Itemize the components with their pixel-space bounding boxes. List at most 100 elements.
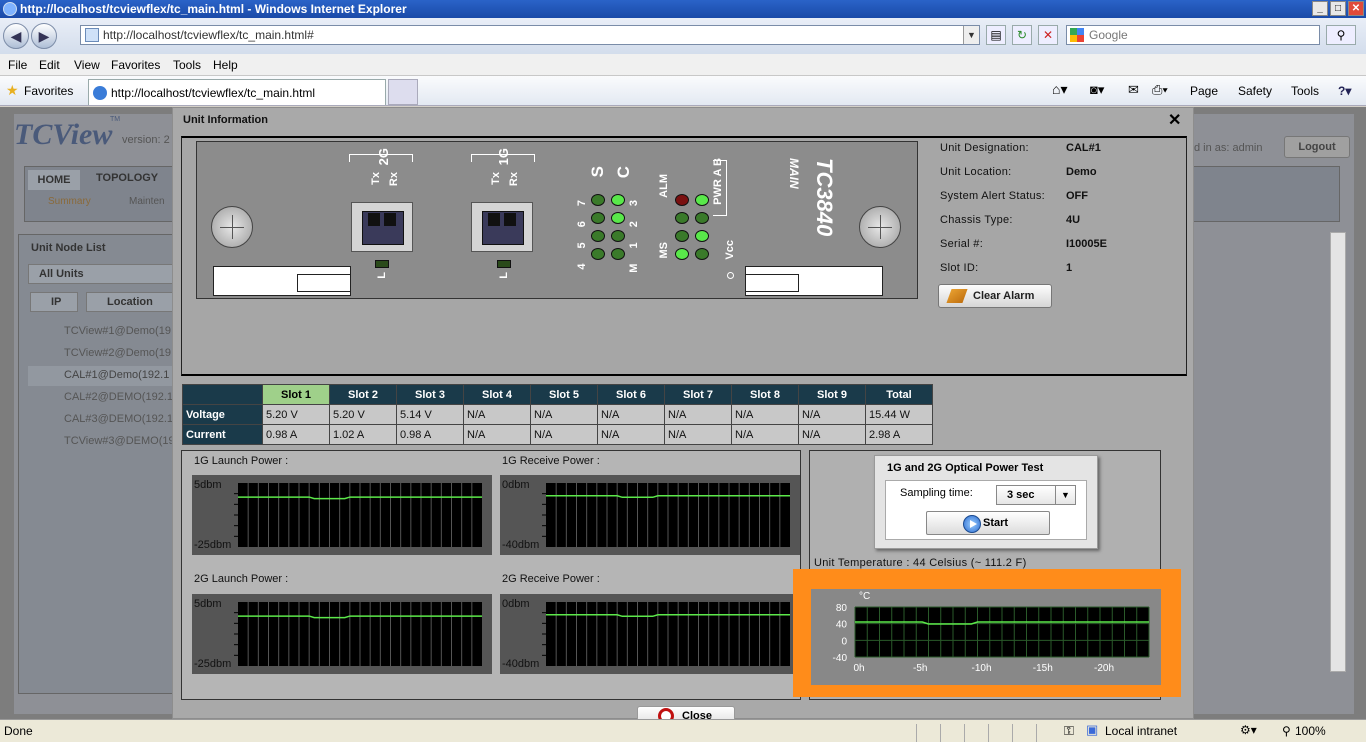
page-scrollbar[interactable]: [1330, 232, 1346, 672]
window-titlebar: http://localhost/tcviewflex/tc_main.html…: [0, 0, 1366, 18]
tools-menu[interactable]: Tools: [1291, 84, 1319, 98]
card-faceplate: 2G Tx Rx L 1G Tx Rx L S C 4 5 6 7 M 1 2 …: [196, 141, 918, 299]
column-header[interactable]: Slot 9: [798, 384, 866, 405]
sampling-box: Sampling time: 3 sec ▼ Start: [885, 480, 1087, 540]
column-header[interactable]: Slot 7: [664, 384, 732, 405]
led: [591, 194, 605, 206]
tab-home[interactable]: HOME: [28, 170, 80, 190]
protected-mode-icon[interactable]: ⚙▾: [1240, 723, 1257, 737]
column-header[interactable]: Slot 3: [396, 384, 464, 405]
minimize-button[interactable]: _: [1312, 1, 1328, 16]
link-label: L: [498, 272, 510, 279]
led: [695, 248, 709, 260]
menu-edit[interactable]: Edit: [39, 58, 60, 72]
feeds-icon[interactable]: ◙▾: [1090, 82, 1104, 98]
page-menu[interactable]: Page: [1190, 84, 1218, 98]
stop-icon[interactable]: ✕: [1038, 25, 1058, 45]
x-tick-label: -15h: [1033, 663, 1053, 674]
sampling-time-select[interactable]: 3 sec ▼: [996, 485, 1076, 505]
led: [675, 230, 689, 242]
column-header[interactable]: Slot 1: [262, 384, 330, 405]
chart-ymin: -40dbm: [502, 539, 540, 551]
node-item[interactable]: TCView#3@DEMO(19: [64, 435, 175, 447]
column-header[interactable]: Slot 8: [731, 384, 799, 405]
window-close-button[interactable]: ✕: [1348, 1, 1364, 16]
alert-status-value: OFF: [1066, 190, 1088, 202]
help-icon[interactable]: ?▾: [1338, 84, 1351, 98]
node-item-selected[interactable]: CAL#1@Demo(192.1: [64, 369, 169, 381]
search-icon[interactable]: ⚲: [1326, 25, 1356, 45]
menu-tools[interactable]: Tools: [173, 58, 201, 72]
dialog-close-icon[interactable]: ✕: [1168, 110, 1181, 130]
ie-icon: [3, 2, 17, 16]
alm-label: ALM: [658, 174, 670, 198]
column-header[interactable]: Total: [865, 384, 933, 405]
chevron-down-icon[interactable]: ▼: [1055, 486, 1075, 504]
safety-menu[interactable]: Safety: [1238, 84, 1272, 98]
sampling-time-label: Sampling time:: [900, 487, 973, 499]
forward-icon[interactable]: ▶: [31, 23, 57, 49]
home-icon[interactable]: ⌂▾: [1052, 81, 1067, 98]
zoom-icon[interactable]: ⚲: [1282, 724, 1291, 738]
logout-button[interactable]: Logout: [1284, 136, 1350, 158]
node-item[interactable]: CAL#3@DEMO(192.1: [64, 413, 173, 425]
tab-topology[interactable]: TOPOLOGY: [96, 172, 158, 184]
favorites-star-icon[interactable]: ★: [6, 82, 19, 99]
address-bar[interactable]: http://localhost/tcviewflex/tc_main.html…: [80, 25, 980, 45]
unit-filter-select[interactable]: All Units: [28, 264, 176, 284]
table-cell: 15.44 W: [865, 404, 933, 425]
column-header[interactable]: Slot 5: [530, 384, 598, 405]
ie-tab-icon: [93, 86, 107, 100]
port-2g-label: 2G: [376, 148, 391, 166]
unit-designation-label: Unit Designation:: [940, 142, 1029, 154]
menu-file[interactable]: File: [8, 58, 27, 72]
temperature-chart: °C 80 40 0 -40 0h -5h -10h -15h -20h: [811, 589, 1161, 685]
compat-view-icon[interactable]: ▤: [986, 25, 1006, 45]
version-label: version: 2: [122, 134, 170, 146]
chart-title: 1G Launch Power :: [194, 455, 289, 467]
port-tx-label: Tx: [370, 172, 382, 185]
back-icon[interactable]: ◀: [3, 23, 29, 49]
row-header: Voltage: [182, 404, 263, 425]
temperature-plot: 80 40 0 -40 0h -5h -10h -15h -20h: [833, 603, 1150, 674]
column-header[interactable]: Slot 4: [463, 384, 531, 405]
ms-led: [675, 248, 689, 260]
table-cell: 1.02 A: [329, 424, 397, 445]
new-tab-button[interactable]: [388, 79, 418, 105]
table-cell: N/A: [597, 404, 665, 425]
column-header[interactable]: Slot 2: [329, 384, 397, 405]
menu-favorites[interactable]: Favorites: [111, 58, 160, 72]
optical-test-title: 1G and 2G Optical Power Test: [887, 462, 1044, 474]
favorites-button[interactable]: Favorites: [24, 84, 73, 98]
mail-icon[interactable]: ✉: [1128, 82, 1139, 98]
maximize-button[interactable]: □: [1330, 1, 1346, 16]
browser-tab[interactable]: http://localhost/tcviewflex/tc_main.html: [88, 79, 386, 105]
view-location-button[interactable]: Location: [86, 292, 174, 312]
table-row: Current 0.98 A 1.02 A 0.98 A N/A N/A N/A…: [182, 424, 933, 445]
chassis-type-value: 4U: [1066, 214, 1081, 226]
node-item[interactable]: TCView#1@Demo(19: [64, 325, 171, 337]
ms-label: MS: [658, 242, 670, 259]
zoom-level[interactable]: 100%: [1295, 724, 1326, 738]
subtab-summary[interactable]: Summary: [48, 196, 91, 207]
print-icon[interactable]: ⎙▾: [1152, 82, 1168, 98]
address-dropdown-icon[interactable]: ▼: [963, 26, 979, 44]
menu-help[interactable]: Help: [213, 58, 238, 72]
menu-view[interactable]: View: [74, 58, 100, 72]
refresh-icon[interactable]: ↻: [1012, 25, 1032, 45]
power-table: Slot 1 Slot 2 Slot 3 Slot 4 Slot 5 Slot …: [182, 384, 933, 445]
clear-alarm-button[interactable]: Clear Alarm: [938, 284, 1052, 308]
c-led-numbers: M 1 2 3: [628, 194, 640, 273]
launch-power-2g-chart: [192, 594, 492, 674]
chart-title: 2G Launch Power :: [194, 573, 289, 585]
start-button[interactable]: Start: [926, 511, 1050, 535]
node-item[interactable]: CAL#2@DEMO(192.1: [64, 391, 173, 403]
search-input[interactable]: Google: [1066, 25, 1320, 45]
subtab-maintenance[interactable]: Mainten: [129, 196, 165, 207]
favorites-bar: ★ Favorites http://localhost/tcviewflex/…: [0, 76, 1366, 106]
view-ip-button[interactable]: IP: [30, 292, 78, 312]
app-logo-tm: TM: [110, 116, 121, 123]
card-model-label: TC3840: [812, 158, 837, 237]
column-header[interactable]: Slot 6: [597, 384, 665, 405]
node-item[interactable]: TCView#2@Demo(19: [64, 347, 171, 359]
